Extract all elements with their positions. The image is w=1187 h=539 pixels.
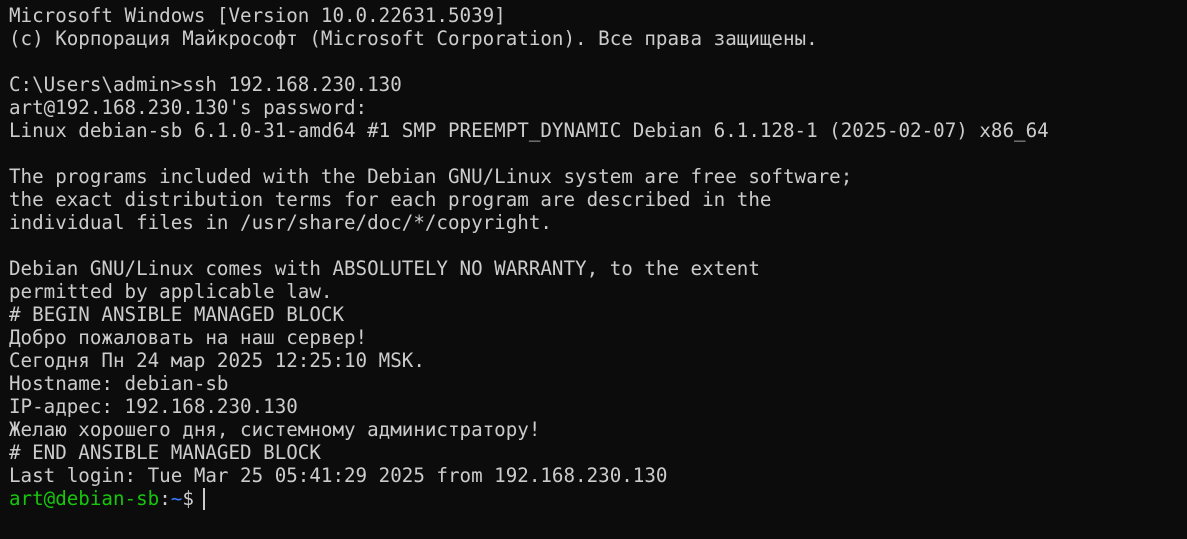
prompt-separator: : bbox=[159, 487, 171, 510]
prompt-path: ~ bbox=[170, 487, 183, 510]
output-line-blank bbox=[9, 234, 1187, 257]
prompt-symbol: $ bbox=[182, 487, 194, 510]
output-line-hostname: Hostname: debian-sb bbox=[9, 372, 229, 395]
output-line-copyright: (c) Корпорация Майкрософт (Microsoft Cor… bbox=[9, 27, 818, 50]
output-line-last-login: Last login: Tue Mar 25 05:41:29 2025 fro… bbox=[9, 464, 668, 487]
output-line-password-prompt: art@192.168.230.130's password: bbox=[9, 96, 368, 119]
output-line-welcome: Добро пожаловать на наш сервер! bbox=[9, 326, 368, 349]
output-line-date: Сегодня Пн 24 мар 2025 12:25:10 MSK. bbox=[9, 349, 425, 372]
text-cursor[interactable] bbox=[202, 488, 205, 510]
terminal-window[interactable]: Microsoft Windows [Version 10.0.22631.50… bbox=[0, 0, 1187, 539]
output-line-motd: The programs included with the Debian GN… bbox=[9, 165, 853, 188]
output-line-blank bbox=[9, 142, 1187, 165]
output-line-ansible-begin: # BEGIN ANSIBLE MANAGED BLOCK bbox=[9, 303, 345, 326]
output-line-kernel-info: Linux debian-sb 6.1.0-31-amd64 #1 SMP PR… bbox=[9, 119, 1049, 142]
output-line-ansible-end: # END ANSIBLE MANAGED BLOCK bbox=[9, 441, 321, 464]
output-line-ip-address: IP-адрес: 192.168.230.130 bbox=[9, 395, 298, 418]
output-line-warranty: permitted by applicable law. bbox=[9, 280, 333, 303]
terminal-output: Microsoft Windows [Version 10.0.22631.50… bbox=[9, 4, 1187, 487]
output-line-blank bbox=[9, 50, 1187, 73]
output-line-greeting: Желаю хорошего дня, системному администр… bbox=[9, 418, 541, 441]
output-line-ssh-command: C:\Users\admin>ssh 192.168.230.130 bbox=[9, 73, 402, 96]
output-line-motd: individual files in /usr/share/doc/*/cop… bbox=[9, 211, 552, 234]
output-line-windows-version: Microsoft Windows [Version 10.0.22631.50… bbox=[9, 4, 506, 27]
output-line-warranty: Debian GNU/Linux comes with ABSOLUTELY N… bbox=[9, 257, 760, 280]
prompt-user-host: art@debian-sb bbox=[9, 487, 160, 510]
output-line-motd: the exact distribution terms for each pr… bbox=[9, 188, 772, 211]
command-prompt-line[interactable]: art@debian-sb:~$ bbox=[9, 487, 1187, 510]
